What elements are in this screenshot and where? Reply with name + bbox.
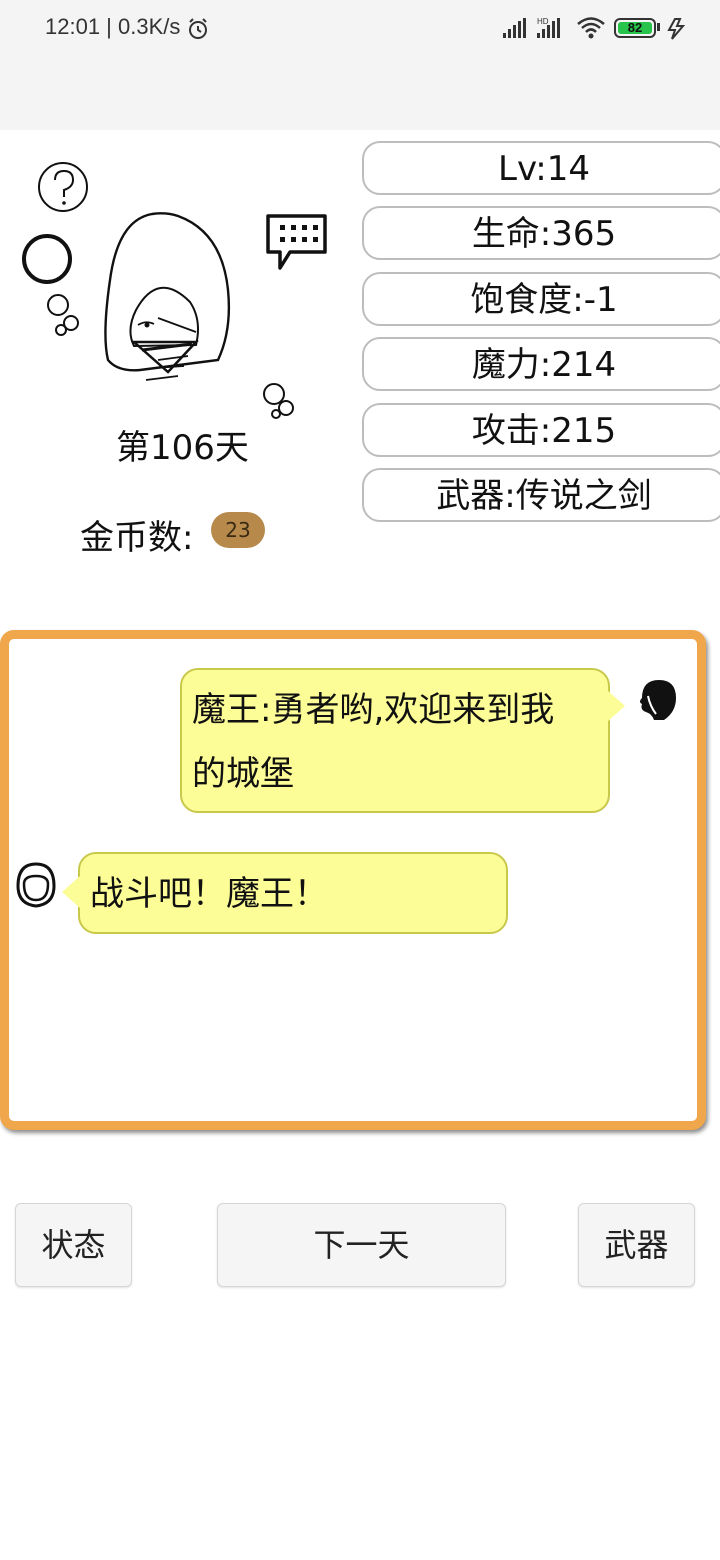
battery-icon: 82 (614, 18, 656, 38)
day-counter: 第106天 (116, 428, 249, 468)
signal-icon (503, 18, 526, 38)
chat-icon (266, 214, 327, 270)
hero-message-text: 战斗吧！魔王！ (90, 874, 328, 914)
boss-message-bubble: 魔王:勇者哟,欢迎来到我 的城堡 (180, 668, 610, 813)
status-time: 12:01 | 0.3K/s (45, 14, 181, 39)
next-day-button[interactable]: 下一天 (217, 1203, 506, 1287)
question-icon (38, 162, 88, 212)
svg-text:HD: HD (537, 17, 549, 26)
battery-level: 82 (627, 20, 643, 35)
status-bar: 12:01 | 0.3K/s HD 82 (0, 0, 720, 130)
character-illustration (22, 162, 327, 419)
gold-label: 金币数: (80, 518, 194, 558)
battery-cap (657, 23, 660, 31)
weapon-button[interactable]: 武器 (578, 1203, 695, 1287)
hero-message-bubble: 战斗吧！魔王！ (78, 852, 508, 934)
gold-badge: 23 (211, 512, 265, 548)
stat-attack: 攻击:215 (362, 403, 720, 457)
signal-hd-icon: HD (537, 17, 560, 38)
stat-satiety: 饱食度:-1 (362, 272, 720, 326)
boss-message-line-1: 魔王:勇者哟,欢迎来到我 (192, 690, 555, 730)
stat-hp: 生命:365 (362, 206, 720, 260)
hero-avatar-icon (16, 862, 56, 908)
boss-bubble-tail (607, 690, 625, 722)
hero-bubble-tail (62, 876, 80, 908)
stat-level: Lv:14 (362, 141, 720, 195)
stat-mana: 魔力:214 (362, 337, 720, 391)
charging-icon (667, 18, 686, 40)
alarm-icon (189, 18, 207, 39)
wifi-icon (577, 17, 605, 39)
status-button[interactable]: 状态 (15, 1203, 132, 1287)
boss-message-line-2: 的城堡 (192, 754, 294, 794)
boss-avatar-icon (640, 680, 676, 720)
stat-weapon: 武器:传说之剑 (362, 468, 720, 522)
